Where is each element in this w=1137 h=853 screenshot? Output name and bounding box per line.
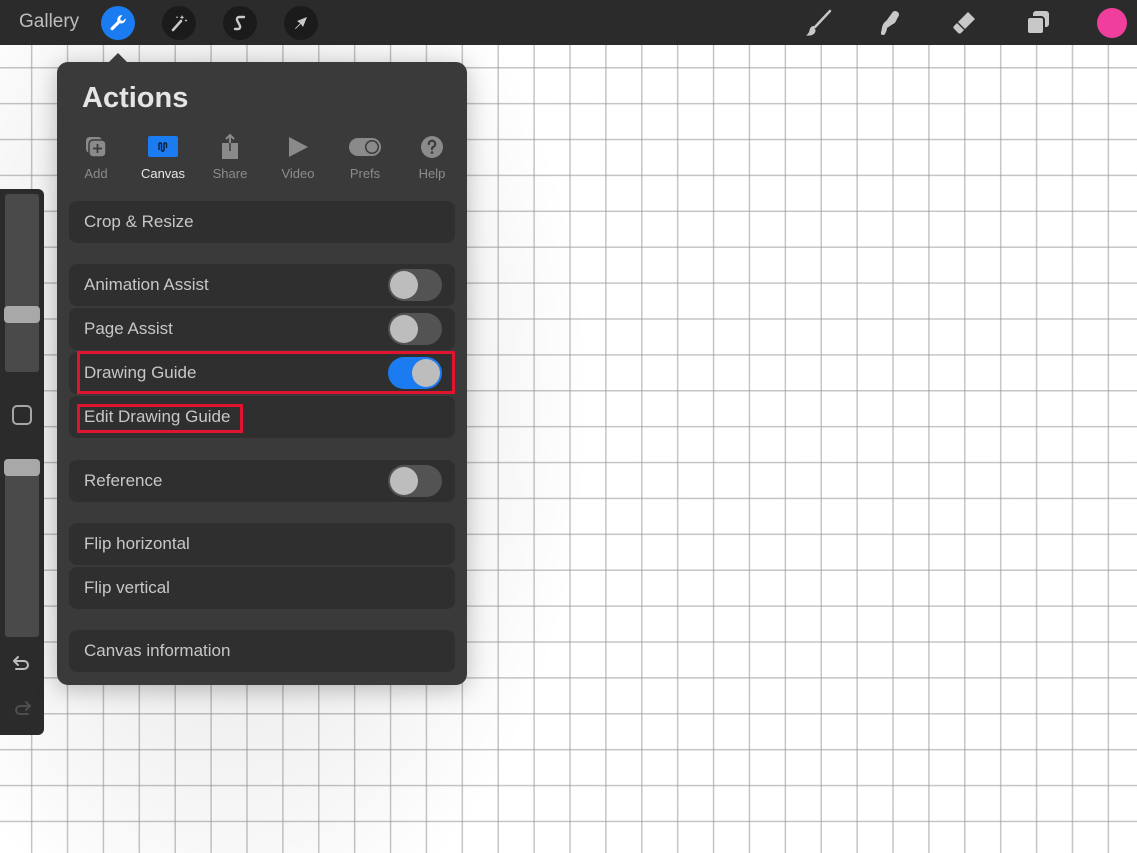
item-label: Flip vertical — [84, 578, 170, 597]
reference-toggle[interactable] — [388, 465, 442, 497]
selection-button[interactable] — [223, 6, 257, 40]
animation-assist-toggle[interactable] — [388, 269, 442, 301]
smudge-button[interactable] — [874, 7, 906, 39]
add-icon — [86, 137, 107, 158]
question-icon — [421, 136, 443, 158]
item-label: Drawing Guide — [84, 363, 197, 382]
item-label: Page Assist — [84, 319, 173, 338]
magic-wand-icon — [171, 15, 188, 32]
page-assist-toggle[interactable] — [388, 313, 442, 345]
tab-add[interactable]: Add — [66, 134, 126, 181]
flip-horizontal-item[interactable]: Flip horizontal — [69, 523, 455, 565]
item-label: Flip horizontal — [84, 534, 190, 553]
layers-icon — [1026, 11, 1049, 35]
adjustments-button[interactable] — [162, 6, 196, 40]
canvas-information-item[interactable]: Canvas information — [69, 630, 455, 672]
item-label: Canvas information — [84, 641, 231, 660]
crop-resize-item[interactable]: Crop & Resize — [69, 201, 455, 243]
drawing-guide-toggle[interactable] — [388, 357, 442, 389]
transform-button[interactable] — [284, 6, 318, 40]
item-label: Animation Assist — [84, 275, 209, 294]
actions-panel: Actions Add Canvas Share Video Prefs Hel… — [57, 53, 467, 685]
wrench-icon — [110, 15, 126, 31]
canvas-icon — [148, 136, 178, 157]
panel-title: Actions — [82, 82, 189, 114]
tab-video[interactable]: Video — [268, 134, 328, 181]
opacity-thumb[interactable] — [4, 459, 40, 476]
tab-label: Add — [84, 166, 108, 181]
tab-label: Canvas — [140, 166, 186, 181]
tab-canvas[interactable]: Canvas — [133, 134, 193, 181]
edit-drawing-guide-item[interactable]: Edit Drawing Guide — [69, 396, 455, 438]
brush-size-thumb[interactable] — [4, 306, 40, 323]
item-label: Reference — [84, 471, 163, 490]
item-label: Edit Drawing Guide — [84, 407, 231, 426]
tab-share[interactable]: Share — [200, 133, 260, 181]
flip-vertical-item[interactable]: Flip vertical — [69, 567, 455, 609]
brush-button[interactable] — [802, 7, 834, 39]
arrow-cursor-icon — [295, 17, 307, 30]
smudge-finger-icon — [880, 11, 899, 36]
page-assist-item: Page Assist — [69, 308, 455, 350]
tab-label: Prefs — [349, 166, 381, 181]
reference-item: Reference — [69, 460, 455, 502]
opacity-slider[interactable] — [4, 459, 40, 637]
item-label: Crop & Resize — [84, 212, 194, 231]
top-toolbar: Gallery — [0, 0, 1137, 45]
toggle-icon — [349, 138, 381, 156]
redo-icon[interactable] — [10, 696, 34, 720]
side-bar — [0, 189, 44, 735]
eraser-icon — [953, 12, 975, 34]
share-icon — [222, 133, 238, 159]
eraser-button[interactable] — [948, 7, 980, 39]
selection-s-icon — [233, 15, 246, 31]
actions-button[interactable] — [101, 6, 135, 40]
gallery-button[interactable]: Gallery — [19, 11, 79, 33]
modify-button[interactable] — [12, 405, 32, 425]
drawing-guide-item: Drawing Guide — [69, 352, 455, 394]
brush-icon — [806, 9, 832, 36]
layers-button[interactable] — [1022, 7, 1054, 39]
tab-help[interactable]: Help — [402, 134, 462, 181]
color-picker-button[interactable] — [1097, 8, 1127, 38]
tab-label: Share — [212, 166, 248, 181]
play-icon — [289, 137, 308, 157]
brush-size-slider[interactable] — [4, 194, 40, 372]
tab-label: Video — [281, 166, 315, 181]
undo-icon[interactable] — [10, 651, 34, 675]
tab-prefs[interactable]: Prefs — [335, 134, 395, 181]
animation-assist-item: Animation Assist — [69, 264, 455, 306]
tab-label: Help — [418, 166, 446, 181]
